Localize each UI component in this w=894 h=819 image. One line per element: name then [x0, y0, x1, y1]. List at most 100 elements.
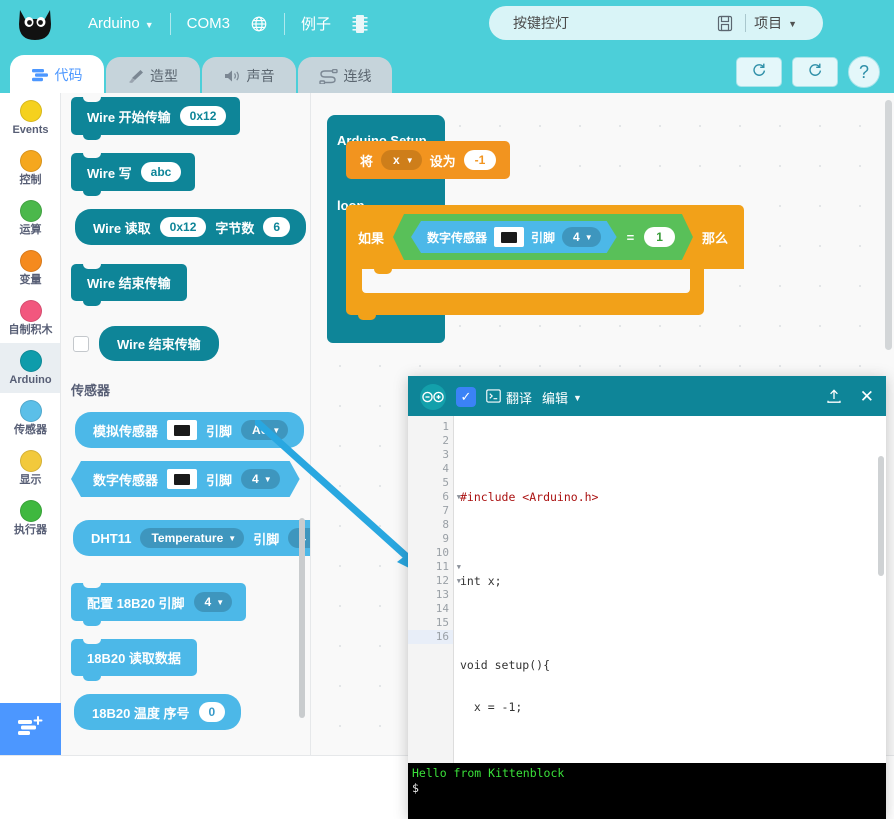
block-palette[interactable]: Wire 开始传输 0x12 Wire 写 abc Wire 读取 0x12 字… — [61, 93, 311, 755]
category-dot-events — [19, 100, 42, 122]
refresh-icon-2 — [807, 62, 823, 83]
set-prefix-label: 将 — [360, 153, 374, 169]
board-select[interactable]: Arduino ▼ — [78, 0, 164, 47]
close-button[interactable]: ✕ — [852, 387, 874, 407]
block-set-variable[interactable]: 将 x ▼ 设为 -1 — [346, 141, 511, 179]
block-input-address[interactable]: 0x12 — [159, 217, 207, 237]
block-digital-sensor[interactable]: 数字传感器 引脚 4 ▼ — [71, 461, 300, 497]
line-number: 3 — [442, 448, 449, 461]
block-wire-read[interactable]: Wire 读取 0x12 字节数 6 — [75, 209, 307, 245]
refresh-button[interactable] — [736, 57, 782, 87]
code-editor-panel[interactable]: ✓ 翻译 编辑 ▼ ✕ 1 2 3 4 5 6 ▼ 7 8 9 10 11 ▼ … — [408, 376, 886, 819]
block-wire-write[interactable]: Wire 写 abc — [71, 153, 196, 196]
tab-bar: 代码 造型 声音 连线 ? — [0, 47, 894, 95]
block-18b20-read[interactable]: 18B20 读取数据 — [71, 639, 197, 681]
line-number: 6 ▼ — [442, 490, 461, 503]
arduino-infinity-icon[interactable] — [420, 384, 446, 410]
examples-menu[interactable]: 例子 — [291, 0, 341, 47]
chevron-down-icon: ▼ — [216, 597, 225, 607]
chip-icon[interactable] — [345, 9, 375, 39]
paintbrush-icon — [128, 69, 144, 84]
equals-operator-label: = — [626, 229, 635, 245]
block-equals-operator[interactable]: 数字传感器 引脚 4 ▼ = 1 — [393, 214, 693, 260]
upload-icon — [826, 388, 842, 407]
code-line: int x; — [460, 574, 502, 588]
sidebar-item-variables[interactable]: 变量 — [0, 243, 60, 293]
workspace-scrollbar[interactable] — [885, 100, 892, 350]
tab-code[interactable]: 代码 — [10, 55, 104, 95]
block-label: 数字传感器 — [93, 472, 159, 488]
tab-sound[interactable]: 声音 — [202, 57, 296, 95]
help-button[interactable]: ? — [848, 56, 880, 88]
block-input-address[interactable]: 0x12 — [179, 106, 227, 126]
sidebar-item-mypblocks[interactable]: 自制积木 — [0, 293, 60, 343]
serial-terminal[interactable]: Hello from Kittenblock $ — [408, 763, 886, 819]
block-monitor-checkbox[interactable] — [73, 335, 89, 352]
add-extension-icon — [17, 715, 45, 744]
block-if-then[interactable]: 如果 数字传感器 引脚 4 ▼ = 1 那么 — [346, 205, 744, 320]
line-number-gutter: 1 2 3 4 5 6 ▼ 7 8 9 10 11 ▼ 12 ▼ 13 14 15 1… — [408, 416, 461, 763]
sidebar-item-display[interactable]: 显示 — [0, 443, 60, 493]
edit-menu[interactable]: 编辑 ▼ — [542, 388, 582, 407]
reconnect-button[interactable] — [792, 57, 838, 87]
set-middle-label: 设为 — [429, 153, 456, 169]
pin-label: 引脚 — [531, 230, 556, 245]
sidebar-item-arduino[interactable]: Arduino — [0, 343, 60, 393]
block-wire-end-transmission-reporter[interactable]: Wire 结束传输 — [99, 326, 219, 361]
block-dropdown-pin[interactable]: A0 ▼ — [241, 420, 289, 440]
sidebar-item-sensors[interactable]: 传感器 — [0, 393, 60, 443]
translate-button[interactable]: 翻译 — [486, 388, 532, 407]
tab-costume[interactable]: 造型 — [106, 57, 200, 95]
compare-value-input[interactable]: 1 — [644, 227, 675, 247]
block-digital-sensor-in-condition[interactable]: 数字传感器 引脚 4 ▼ — [411, 221, 617, 253]
menu-divider — [169, 12, 171, 35]
line-number: 9 — [442, 532, 449, 545]
block-input-data[interactable]: abc — [140, 162, 182, 182]
project-name-input[interactable] — [489, 15, 714, 31]
block-wire-end-transmission[interactable]: Wire 结束传输 — [71, 264, 187, 306]
block-18b20-temperature[interactable]: 18B20 温度 序号 0 — [74, 694, 242, 730]
code-text[interactable]: #include <Arduino.h> int x; void setup()… — [454, 416, 886, 763]
line-number: 10 — [435, 546, 449, 559]
menu-divider-2 — [283, 12, 285, 35]
project-menu[interactable]: 项目 ▼ — [754, 13, 823, 33]
category-dot-control — [19, 150, 42, 172]
project-bar: 项目 ▼ — [489, 6, 823, 40]
sidebar-item-operators[interactable]: 运算 — [0, 193, 60, 243]
block-dropdown-pin[interactable]: 4 ▼ — [562, 227, 601, 247]
block-config-18b20[interactable]: 配置 18B20 引脚 4 ▼ — [71, 583, 247, 626]
block-dropdown-measure[interactable]: Temperature ▼ — [140, 528, 245, 548]
set-value-input[interactable]: -1 — [463, 150, 497, 170]
block-analog-sensor[interactable]: 模拟传感器 引脚 A0 ▼ — [75, 412, 305, 448]
chevron-down-icon: ▼ — [584, 232, 593, 242]
save-icon[interactable] — [713, 15, 737, 32]
code-area[interactable]: 1 2 3 4 5 6 ▼ 7 8 9 10 11 ▼ 12 ▼ 13 14 15 1… — [408, 416, 886, 763]
palette-content: Wire 开始传输 0x12 Wire 写 abc Wire 读取 0x12 字… — [61, 93, 310, 755]
palette-scrollbar[interactable] — [299, 518, 305, 718]
block-dropdown-pin[interactable]: 4 ▼ — [193, 592, 233, 612]
auto-compile-checkbox[interactable]: ✓ — [456, 387, 476, 407]
terminal-output: Hello from Kittenblock — [412, 766, 565, 780]
sidebar-item-control[interactable]: 控制 — [0, 143, 60, 193]
question-icon: ? — [858, 61, 869, 82]
code-scrollbar[interactable] — [878, 456, 884, 576]
cat-logo-icon[interactable] — [12, 4, 60, 44]
sidebar-item-events[interactable]: Events — [0, 93, 60, 143]
sidebar-item-actuators[interactable]: 执行器 — [0, 493, 60, 543]
block-input-index[interactable]: 0 — [198, 702, 226, 722]
block-wire-begin-transmission[interactable]: Wire 开始传输 0x12 — [71, 97, 241, 140]
globe-icon[interactable] — [244, 9, 274, 39]
variable-dropdown[interactable]: x ▼ — [381, 150, 422, 170]
upload-button[interactable] — [826, 388, 842, 407]
if-body-slot[interactable] — [346, 269, 704, 293]
block-input-bytecount[interactable]: 6 — [263, 217, 291, 237]
port-select[interactable]: COM3 — [177, 0, 240, 47]
block-dht11[interactable]: DHT11 Temperature ▼ 引脚 4 ▼ — [73, 520, 310, 556]
block-label: 配置 18B20 引脚 — [87, 595, 185, 611]
tab-wiring[interactable]: 连线 — [298, 57, 392, 95]
tab-list: 代码 造型 声音 连线 — [0, 55, 394, 95]
block-dropdown-pin[interactable]: 4 ▼ — [241, 469, 280, 489]
add-extension-button[interactable] — [0, 703, 61, 755]
line-number: 1 — [442, 420, 449, 433]
